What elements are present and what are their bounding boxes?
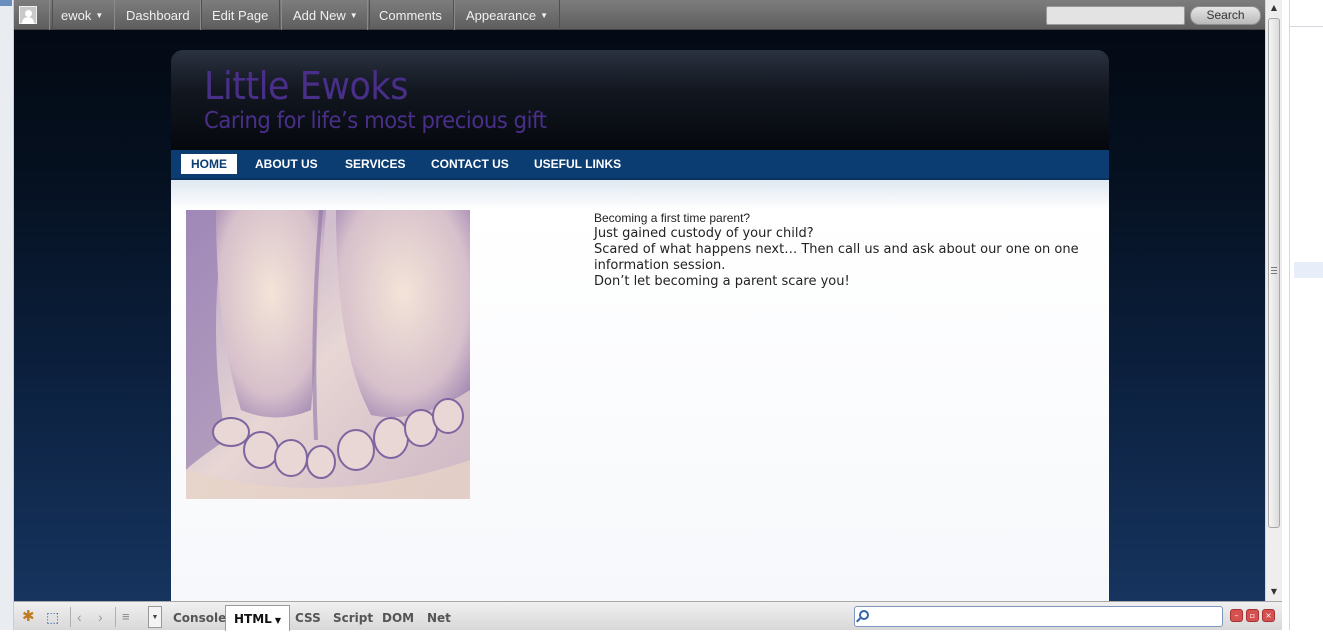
page-viewport: ewok ▼ Dashboard Edit Page Add New ▼ Comme… xyxy=(14,0,1265,601)
admin-search-input[interactable] xyxy=(1046,6,1185,25)
site-page: Little Ewoks Caring for life’s most prec… xyxy=(171,50,1109,601)
window-left-edge xyxy=(0,0,14,630)
main-content: Becoming a first time parent? Just gaine… xyxy=(171,180,1109,601)
devtools-toolbar: ✱ ⬚ ‹ › ≡ ▼ Console HTML ▼ CSS Script DOM… xyxy=(14,601,1282,631)
nav-item-services[interactable]: SERVICES xyxy=(335,154,415,174)
minimize-icon[interactable]: – xyxy=(1230,609,1243,622)
avatar xyxy=(19,6,37,24)
baby-feet-photo xyxy=(186,210,470,499)
browser-window: ewok ▼ Dashboard Edit Page Add New ▼ Comme… xyxy=(0,0,1323,631)
inspect-icon[interactable]: ⬚ xyxy=(46,608,59,626)
list-icon[interactable]: ≡ xyxy=(122,608,130,626)
intro-line-1: Becoming a first time parent? xyxy=(594,211,751,225)
tab-console[interactable]: Console xyxy=(165,605,234,631)
restore-icon[interactable]: ▫ xyxy=(1246,609,1259,622)
right-highlight xyxy=(1294,262,1323,278)
grip-icon xyxy=(1271,267,1277,274)
window-right-area xyxy=(1282,0,1323,630)
devtools-search-input[interactable] xyxy=(854,606,1223,627)
admin-bar: ewok ▼ Dashboard Edit Page Add New ▼ Comme… xyxy=(14,0,1265,30)
admin-add-new-label: Add New xyxy=(293,8,346,23)
chevron-down-icon: ▼ xyxy=(95,11,104,20)
chevron-down-icon: ▼ xyxy=(540,11,549,20)
forward-icon[interactable]: › xyxy=(98,608,103,626)
chevron-down-icon: ▼ xyxy=(349,11,358,20)
nav-item-home[interactable]: HOME xyxy=(181,154,237,174)
admin-add-new-menu[interactable]: Add New ▼ xyxy=(281,0,370,30)
site-header: Little Ewoks Caring for life’s most prec… xyxy=(171,50,1109,150)
admin-avatar-menu[interactable] xyxy=(14,0,53,30)
close-icon[interactable]: × xyxy=(1262,609,1275,622)
admin-appearance-menu[interactable]: Appearance ▼ xyxy=(454,0,561,30)
admin-comments-label: Comments xyxy=(379,8,442,23)
intro-line-4: Don’t let becoming a parent scare you! xyxy=(594,274,850,289)
tab-dom[interactable]: DOM xyxy=(374,605,422,631)
site-title[interactable]: Little Ewoks xyxy=(204,64,408,108)
toolbar-separator xyxy=(115,607,116,627)
right-divider xyxy=(1289,0,1290,630)
scrollbar-thumb[interactable] xyxy=(1268,18,1280,528)
main-nav: HOME ABOUT US SERVICES CONTACT US USEFUL… xyxy=(171,150,1109,180)
intro-text: Becoming a first time parent? Just gaine… xyxy=(594,210,1094,290)
tab-html-label: HTML xyxy=(234,612,272,626)
scroll-down-icon[interactable]: ▼ xyxy=(1266,584,1282,600)
admin-edit-page-label: Edit Page xyxy=(212,8,269,23)
chevron-down-icon: ▼ xyxy=(274,616,281,625)
admin-user-name: ewok xyxy=(61,8,92,23)
scroll-up-icon[interactable]: ▲ xyxy=(1266,0,1282,16)
window-edge-marker xyxy=(0,0,12,6)
admin-user-menu[interactable]: ewok ▼ xyxy=(49,0,116,30)
intro-line-2: Just gained custody of your child? xyxy=(594,226,814,241)
site-tagline: Caring for life’s most precious gift xyxy=(204,108,547,134)
search-icon xyxy=(859,610,869,620)
toolbar-separator xyxy=(70,607,71,627)
bug-icon[interactable]: ✱ xyxy=(22,608,35,626)
intro-line-3: Scared of what happens next… Then call u… xyxy=(594,242,1079,273)
right-rule xyxy=(1290,26,1323,27)
nav-item-about-us[interactable]: ABOUT US xyxy=(245,154,328,174)
admin-appearance-label: Appearance xyxy=(466,8,537,23)
chevron-down-icon[interactable]: ▼ xyxy=(148,606,162,628)
tab-net[interactable]: Net xyxy=(419,605,459,631)
admin-search-button[interactable]: Search xyxy=(1190,6,1261,25)
admin-comments-link[interactable]: Comments xyxy=(367,0,454,30)
tab-html[interactable]: HTML ▼ xyxy=(225,605,290,631)
admin-dashboard-link[interactable]: Dashboard xyxy=(114,0,202,30)
back-icon[interactable]: ‹ xyxy=(77,608,82,626)
nav-item-contact-us[interactable]: CONTACT US xyxy=(421,154,519,174)
nav-item-useful-links[interactable]: USEFUL LINKS xyxy=(524,154,631,174)
admin-dashboard-label: Dashboard xyxy=(126,8,190,23)
baby-feet-image xyxy=(186,210,470,499)
vertical-scrollbar[interactable]: ▲ ▼ xyxy=(1265,0,1282,601)
admin-edit-page-link[interactable]: Edit Page xyxy=(200,0,281,30)
tab-script[interactable]: Script xyxy=(325,605,381,631)
tab-css[interactable]: CSS xyxy=(287,605,329,631)
